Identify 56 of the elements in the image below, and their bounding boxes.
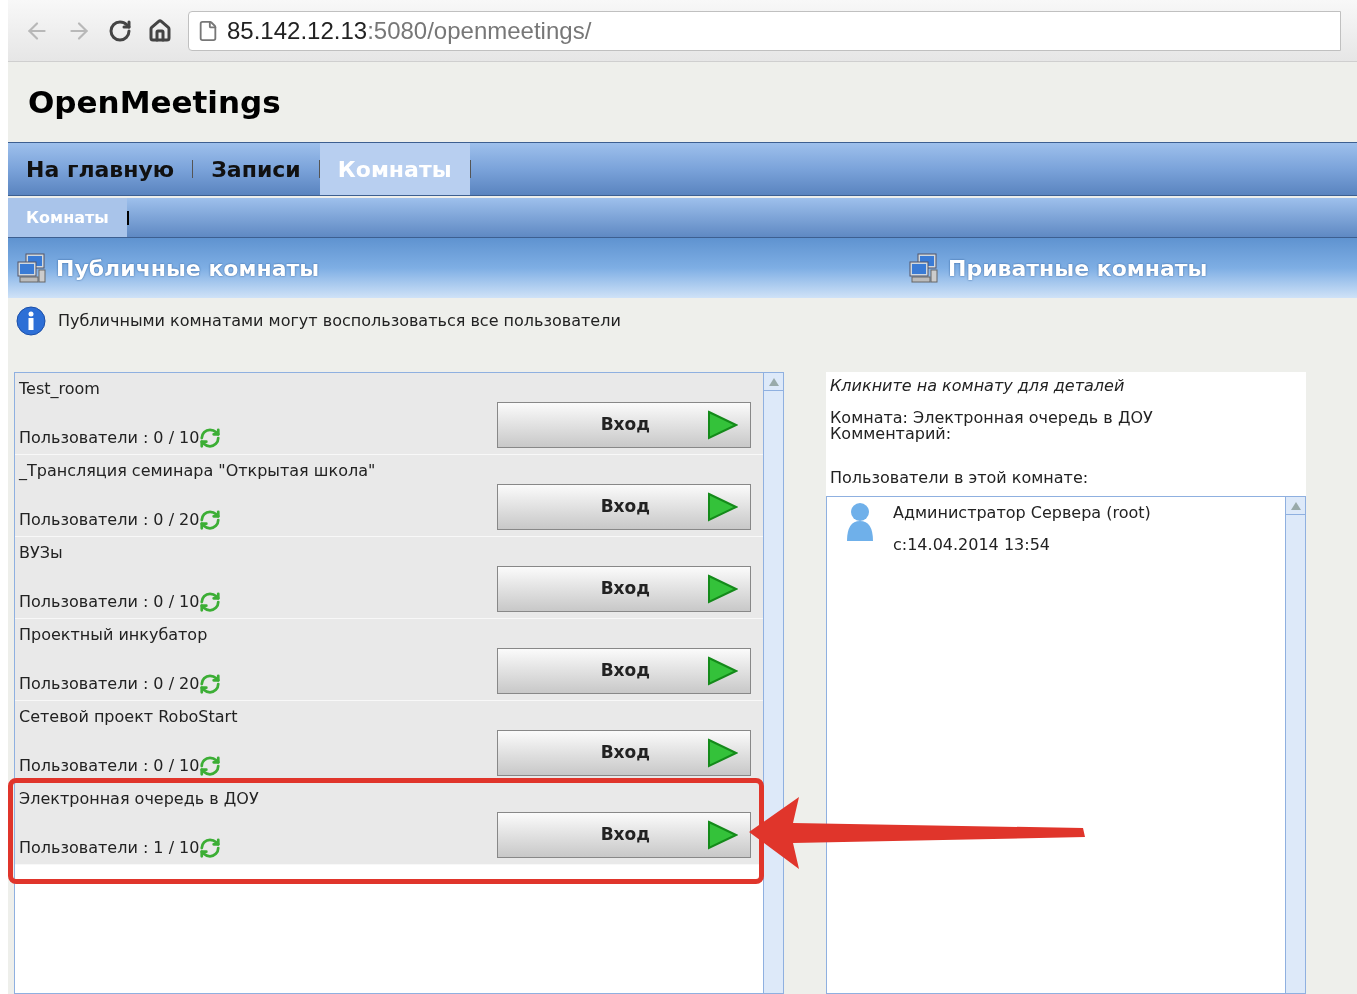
room-row[interactable]: ВУЗы Пользователи : 0 / 10 Вход (15, 537, 763, 619)
room-name: Проектный инкубатор (19, 624, 209, 646)
details-comment: Комментарий: (829, 426, 952, 442)
app-title: OpenMeetings (28, 82, 281, 122)
play-icon (706, 737, 738, 769)
page-icon (197, 19, 219, 42)
details-room: Комната: Электронная очередь в ДОУ (829, 410, 1154, 426)
info-text: Публичными комнатами могут воспользоваться все пользователи (58, 310, 621, 332)
url-host: 85.142.12.13 (227, 16, 368, 44)
room-row[interactable]: Проектный инкубатор Пользователи : 0 / 20 Вход (15, 619, 763, 701)
details-hint: Кликните на комнату для деталей (829, 375, 1126, 397)
enter-button[interactable]: Вход (497, 812, 751, 858)
computer-icon (908, 252, 940, 284)
enter-button[interactable]: Вход (497, 402, 751, 448)
room-users: Пользователи : 1 / 10 (19, 837, 200, 859)
room-users: Пользователи : 0 / 10 (19, 755, 200, 777)
users-label: Пользователи в этой комнате: (829, 467, 1090, 489)
room-name: ВУЗы (19, 542, 64, 564)
home-icon[interactable] (148, 18, 172, 43)
play-icon (706, 409, 738, 441)
room-users: Пользователи : 0 / 20 (19, 673, 200, 695)
nav-tab[interactable]: На главную (8, 143, 193, 195)
refresh-icon[interactable] (199, 591, 222, 613)
play-icon (706, 655, 738, 687)
address-bar[interactable]: 85.142.12.13:5080/openmeetings/ (188, 10, 1341, 51)
room-users: Пользователи : 0 / 10 (19, 427, 200, 449)
room-users: Пользователи : 0 / 20 (19, 509, 200, 531)
section-title: Приватные комнаты (948, 254, 1208, 283)
room-row[interactable]: Сетевой проект RoboStart Пользователи : 0 / 10 Вход (15, 701, 763, 783)
refresh-icon[interactable] (199, 755, 222, 777)
room-name: Электронная очередь в ДОУ (19, 788, 260, 810)
url-path: :5080/openmeetings/ (367, 16, 592, 44)
room-users: Пользователи : 0 / 10 (19, 591, 200, 613)
info-icon (16, 306, 46, 336)
section-title: Публичные комнаты (56, 254, 320, 283)
play-icon (706, 573, 738, 605)
refresh-icon[interactable] (199, 509, 222, 531)
reload-icon[interactable] (108, 18, 132, 43)
refresh-icon[interactable] (199, 427, 222, 449)
user-name: Администратор Сервера (root) (893, 502, 1151, 524)
play-icon (706, 819, 738, 851)
nav-tab[interactable]: Записи (193, 143, 319, 195)
user-since: с:14.04.2014 13:54 (893, 534, 1051, 556)
refresh-icon[interactable] (199, 837, 222, 859)
room-row[interactable]: Test_room Пользователи : 0 / 10 Вход (15, 373, 763, 455)
room-name: _Трансляция семинара "Открытая школа" (19, 460, 377, 482)
room-name: Test_room (19, 378, 101, 400)
enter-button[interactable]: Вход (497, 566, 751, 612)
room-name: Сетевой проект RoboStart (19, 706, 239, 728)
enter-button[interactable]: Вход (497, 648, 751, 694)
enter-button[interactable]: Вход (497, 730, 751, 776)
enter-button[interactable]: Вход (497, 484, 751, 530)
play-icon (706, 491, 738, 523)
computer-icon (16, 252, 48, 284)
room-row[interactable]: _Трансляция семинара "Открытая школа" Пользователи : 0 / 20 Вход (15, 455, 763, 537)
refresh-icon[interactable] (199, 673, 222, 695)
